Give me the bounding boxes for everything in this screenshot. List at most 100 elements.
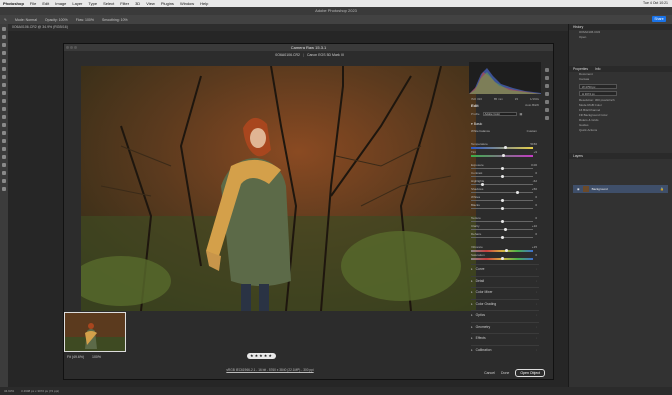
slider-knob[interactable]	[481, 183, 485, 186]
share-button[interactable]: Share	[652, 16, 666, 22]
option-opacity[interactable]: Opacity: 100%	[45, 18, 68, 22]
option-smoothing[interactable]: Smoothing: 10%	[102, 18, 128, 22]
visibility-icon[interactable]: ◦	[536, 311, 537, 319]
red-eye-icon[interactable]	[545, 100, 549, 104]
path-select-tool-icon[interactable]	[2, 163, 6, 167]
visibility-icon[interactable]: ◦	[536, 346, 537, 354]
section-detail[interactable]: ▸ Detail ◦	[471, 275, 539, 285]
menu-app-name[interactable]: Photoshop	[3, 1, 24, 6]
slider-knob[interactable]	[500, 207, 504, 210]
section-color-mixer[interactable]: ▸ Color Mixer ◦	[471, 287, 539, 295]
slider-value[interactable]: +15	[532, 245, 537, 249]
menu-layer[interactable]: Layer	[72, 1, 82, 6]
section-curve[interactable]: ▸ Curve ◦	[471, 264, 539, 272]
type-tool-icon[interactable]	[2, 155, 6, 159]
eye-icon[interactable]: ◉	[577, 187, 580, 191]
workflow-options-link[interactable]: sRGB IEC61966-2.1 - 16 bit - 5760 x 3840…	[64, 368, 476, 372]
eyedropper-tool-icon[interactable]	[2, 75, 6, 79]
healing-icon[interactable]	[545, 84, 549, 88]
basic-section-header[interactable]: ▾ Basic	[471, 122, 539, 126]
done-button[interactable]: Done	[501, 371, 509, 375]
healing-tool-icon[interactable]	[2, 83, 6, 87]
gradient-tool-icon[interactable]	[2, 123, 6, 127]
width-field[interactable]: W 4750 px	[579, 84, 617, 89]
zoom-tool-icon[interactable]	[2, 187, 6, 191]
brush-tool-icon[interactable]: ✎	[4, 18, 7, 22]
menu-image[interactable]: Image	[55, 1, 66, 6]
open-object-button[interactable]: Open Object	[515, 369, 545, 377]
section-calibration[interactable]: ▸ Calibration ◦	[471, 344, 539, 354]
slider-knob[interactable]	[500, 257, 504, 260]
slider-value[interactable]: 0	[535, 171, 537, 175]
dodge-tool-icon[interactable]	[2, 139, 6, 143]
pen-tool-icon[interactable]	[2, 147, 6, 151]
menu-view[interactable]: View	[146, 1, 155, 6]
menu-filter[interactable]: Filter	[120, 1, 129, 6]
history-brush-tool-icon[interactable]	[2, 107, 6, 111]
slider-track[interactable]	[471, 192, 533, 193]
visibility-icon[interactable]: ◦	[536, 300, 537, 308]
slider-value[interactable]: 0.00	[531, 163, 537, 167]
slider-knob[interactable]	[500, 199, 504, 202]
slider-knob[interactable]	[502, 154, 506, 157]
visibility-icon[interactable]: ◦	[536, 277, 537, 285]
slider-value[interactable]: 0	[535, 195, 537, 199]
option-flow[interactable]: Flow: 100%	[76, 18, 94, 22]
visibility-icon[interactable]: ◦	[536, 265, 537, 273]
profile-select[interactable]: Adobe Color	[482, 112, 517, 116]
layer-row-background[interactable]: ◉ Background 🔒	[573, 185, 668, 193]
menu-edit[interactable]: Edit	[42, 1, 49, 6]
slider-value[interactable]: +9	[534, 150, 537, 154]
document-tab[interactable]: 0O6A0106.CR2 @ 34.9% (RGB/16)	[8, 24, 568, 31]
auto-bw-buttons[interactable]: Auto B&W	[525, 103, 539, 107]
section-geometry[interactable]: ▸ Geometry ◦	[471, 321, 539, 330]
filmstrip-thumbnail[interactable]	[64, 312, 126, 352]
slider-value[interactable]: 0	[535, 232, 537, 236]
slider-value[interactable]: +50	[532, 187, 537, 191]
zoom-window-icon[interactable]	[74, 46, 77, 49]
marquee-tool-icon[interactable]	[2, 35, 6, 39]
slider-value[interactable]: -62	[533, 179, 537, 183]
blur-tool-icon[interactable]	[2, 131, 6, 135]
slider-value[interactable]: 5150	[530, 142, 537, 146]
menu-select[interactable]: Select	[103, 1, 114, 6]
section-color-grading[interactable]: ▸ Color Grading ◦	[471, 298, 539, 308]
menu-help[interactable]: Help	[200, 1, 208, 6]
info-tab[interactable]: Info	[595, 67, 601, 71]
brush-tool-icon[interactable]	[2, 91, 6, 95]
shape-tool-icon[interactable]	[2, 171, 6, 175]
white-balance-select[interactable]: Custom	[527, 129, 537, 133]
menu-type[interactable]: Type	[88, 1, 97, 6]
slider-value[interactable]: 0	[535, 203, 537, 207]
frame-tool-icon[interactable]	[2, 67, 6, 71]
profile-browser-icon[interactable]: ▦	[520, 112, 523, 116]
height-field[interactable]: H 3072 px	[579, 91, 617, 96]
zoom-status[interactable]: 34.93%	[4, 389, 14, 393]
slider-knob[interactable]	[503, 228, 507, 231]
properties-tab[interactable]: Properties	[573, 67, 588, 71]
slider-knob[interactable]	[516, 191, 519, 194]
more-icon[interactable]	[545, 116, 549, 120]
eraser-tool-icon[interactable]	[2, 115, 6, 119]
slider-knob[interactable]	[500, 236, 504, 239]
rating-stars[interactable]: ★★★★★	[247, 353, 276, 359]
slider-value[interactable]: 0	[535, 216, 537, 220]
lasso-tool-icon[interactable]	[2, 43, 6, 47]
slider-value[interactable]: 0	[535, 253, 537, 257]
preview-image[interactable]	[81, 66, 476, 311]
select-tool-icon[interactable]	[2, 51, 6, 55]
menu-3d[interactable]: 3D	[135, 1, 140, 6]
zoom-percent-select[interactable]: 100%	[92, 355, 101, 359]
slider-track[interactable]	[471, 147, 533, 149]
section-effects[interactable]: ▸ Effects ◦	[471, 333, 539, 341]
minimize-window-icon[interactable]	[70, 46, 73, 49]
visibility-icon[interactable]: ◦	[536, 334, 537, 342]
menu-plugins[interactable]: Plugins	[161, 1, 174, 6]
crop-rotate-icon[interactable]	[545, 76, 549, 80]
crop-tool-icon[interactable]	[2, 59, 6, 63]
slider-knob[interactable]	[500, 167, 504, 170]
menu-window[interactable]: Window	[180, 1, 194, 6]
slider-value[interactable]: +10	[532, 224, 537, 228]
fit-zoom-select[interactable]: Fit (49.6%)	[67, 355, 84, 359]
edit-tool-icon[interactable]	[545, 68, 549, 72]
